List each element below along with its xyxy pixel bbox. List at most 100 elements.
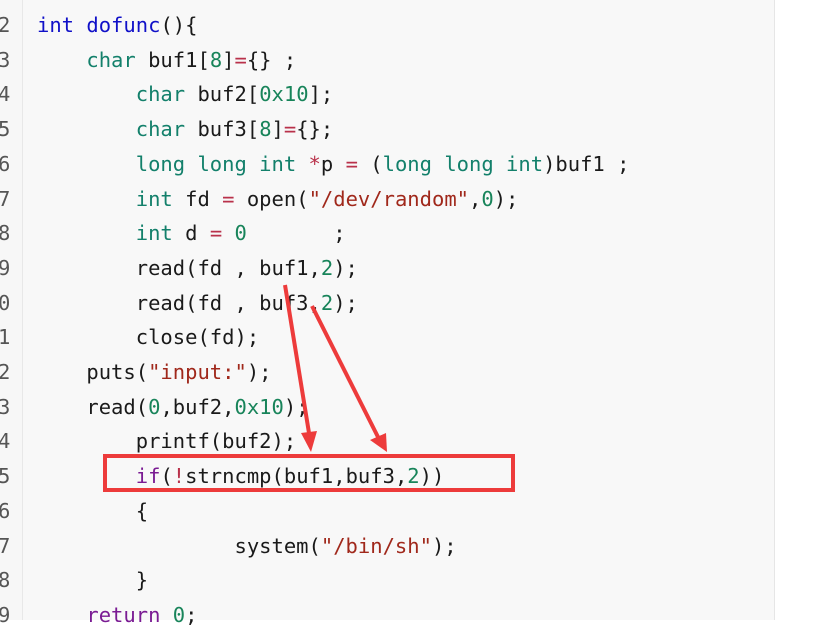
code-token: ); [431, 533, 457, 558]
code-token: char [86, 47, 136, 72]
code-token: = [234, 47, 247, 72]
line-code: { [37, 494, 148, 529]
line-number: 5 [0, 464, 11, 489]
line-code: int d = 0 ; [37, 216, 346, 251]
code-line: 8 } [0, 563, 810, 598]
code-token: (){ [160, 13, 198, 37]
code-token: 8 [259, 117, 272, 142]
line-code: read(fd , buf3,2); [37, 286, 358, 321]
code-token: ); [283, 394, 309, 419]
code-token: close(fd); [37, 325, 260, 350]
line-code: puts("input:"); [37, 355, 272, 390]
code-token: "/bin/sh" [320, 533, 432, 558]
line-number: 6 [0, 498, 11, 523]
line-number: 0 [0, 290, 11, 315]
code-token: printf(buf2); [37, 429, 297, 454]
code-token: read(fd , buf3, [37, 290, 321, 315]
code-token: "/dev/random" [308, 186, 470, 211]
code-line: 1 close(fd); [0, 320, 810, 355]
code-token: char [135, 82, 186, 107]
code-token: , [469, 186, 482, 211]
line-number: 7 [0, 533, 11, 558]
code-line: 6 { [0, 494, 810, 529]
code-token: {} ; [246, 47, 297, 72]
code-token: long long int [382, 151, 544, 176]
code-token: buf3[ [185, 117, 260, 142]
highlight-box-strncmp [103, 454, 515, 492]
code-token: 0x10 [259, 82, 309, 107]
code-token: { [37, 498, 149, 523]
code-line: 8 int d = 0 ; [0, 216, 810, 251]
code-token: "input:" [148, 360, 247, 384]
code-token: int [37, 13, 75, 37]
code-token: ]; [308, 82, 334, 107]
code-token: fd [172, 186, 223, 211]
code-token: read( [37, 394, 149, 419]
code-token: 0 [481, 186, 494, 211]
code-line: 2 puts("input:"); [0, 355, 810, 390]
code-token: ); [333, 255, 358, 280]
line-code: system("/bin/sh"); [37, 529, 457, 564]
code-token: ] [222, 47, 235, 72]
line-code: return 0; [37, 598, 197, 633]
line-number: 9 [0, 602, 11, 627]
code-token: read(fd , buf1, [37, 255, 321, 280]
line-number: 8 [0, 221, 11, 246]
code-token: ); [333, 290, 358, 315]
code-token: ; [185, 602, 198, 627]
line-code: int dofunc(){ [37, 8, 197, 43]
code-token: system( [37, 533, 321, 558]
code-token: open( [234, 186, 309, 211]
code-token: ); [246, 360, 272, 384]
code-token: )buf1 ; [543, 151, 630, 176]
code-token: 0 [234, 221, 247, 246]
line-code: char buf3[8]={}; [37, 112, 334, 147]
code-token: char [135, 117, 186, 142]
code-token: * [308, 151, 321, 176]
code-line: 4 char buf2[0x10]; [0, 77, 810, 112]
code-token: } [37, 568, 149, 593]
code-line: 7 system("/bin/sh"); [0, 529, 810, 564]
code-token: 2 [320, 255, 334, 280]
line-code: long long int *p = (long long int)buf1 ; [37, 147, 630, 182]
line-number: 3 [0, 47, 11, 72]
code-line: 9 return 0; [0, 598, 810, 633]
line-code: char buf2[0x10]; [37, 77, 334, 112]
code-token: long long int [135, 151, 297, 176]
code-token: = [222, 186, 235, 211]
code-token: dofunc [86, 13, 161, 37]
code-token: p [320, 151, 346, 176]
code-token: return [86, 602, 161, 627]
line-code: } [37, 563, 148, 598]
code-token: int [135, 221, 173, 246]
code-token: buf1[ [135, 47, 210, 72]
line-number: 7 [0, 186, 11, 211]
code-token: ; [246, 221, 346, 246]
line-number: 4 [0, 82, 11, 107]
code-token: ( [357, 151, 383, 176]
line-code: read(0,buf2,0x10); [37, 390, 309, 425]
line-number: 4 [0, 429, 11, 454]
line-code: int fd = open("/dev/random",0); [37, 182, 519, 217]
code-token: d [172, 221, 210, 246]
code-token: int [135, 186, 173, 211]
line-number: 2 [0, 360, 11, 384]
line-number: 9 [0, 255, 11, 280]
code-line: 6 long long int *p = (long long int)buf1… [0, 147, 810, 182]
line-number: 2 [0, 13, 11, 37]
code-line: 0 read(fd , buf3,2); [0, 286, 810, 321]
code-token: 0x10 [234, 394, 284, 419]
code-token: 2 [320, 290, 334, 315]
line-code: char buf1[8]={} ; [37, 43, 296, 78]
code-token: = [345, 151, 358, 176]
code-token: {}; [296, 117, 334, 142]
